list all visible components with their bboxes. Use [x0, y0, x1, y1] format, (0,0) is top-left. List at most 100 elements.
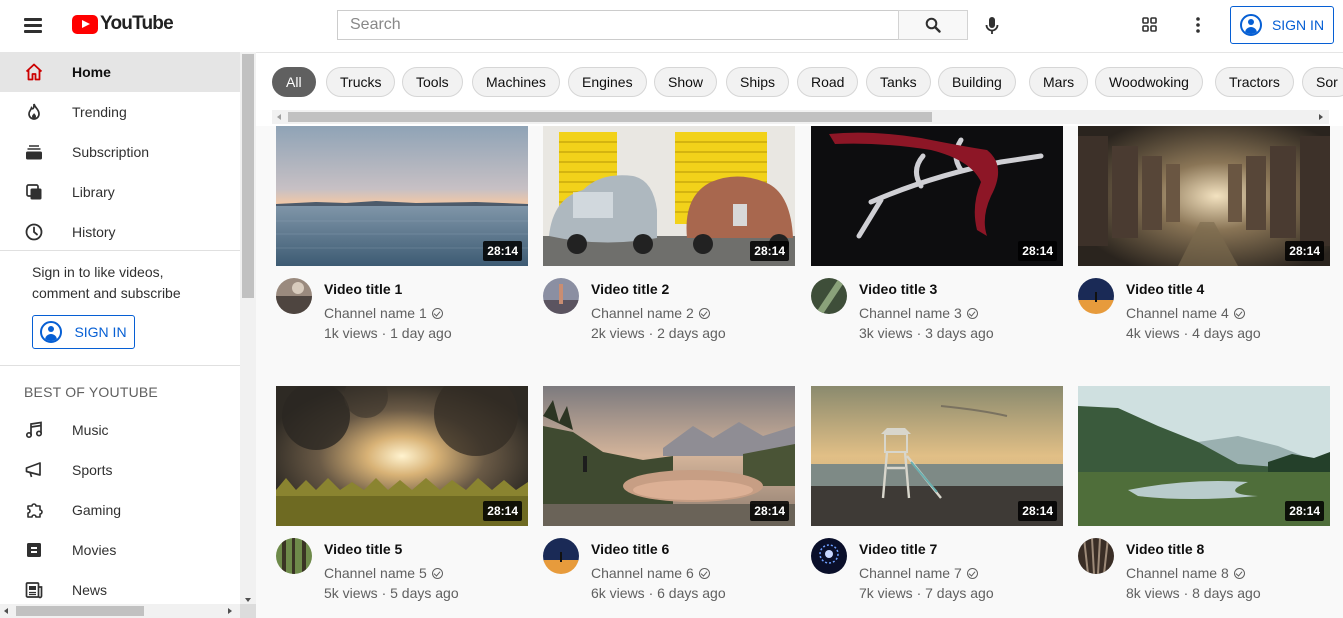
video-title[interactable]: Video title 6 — [591, 541, 669, 557]
sidebar-item-movies[interactable]: Movies — [0, 530, 240, 570]
video-title[interactable]: Video title 7 — [859, 541, 937, 557]
video-duration: 28:14 — [483, 501, 522, 521]
channel-name[interactable]: Channel name 2 — [591, 305, 710, 321]
more-vertical-icon[interactable] — [1190, 15, 1206, 35]
chip-partial[interactable]: Sor — [1302, 67, 1343, 97]
chip-engines[interactable]: Engines — [568, 67, 647, 97]
sidebar-item-music[interactable]: Music — [0, 410, 240, 450]
channel-avatar[interactable] — [1078, 538, 1114, 574]
chip-tools[interactable]: Tools — [402, 67, 463, 97]
channel-name[interactable]: Channel name 5 — [324, 565, 443, 581]
channel-avatar[interactable] — [811, 538, 847, 574]
sidebar-item-label: Movies — [72, 542, 117, 558]
video-title[interactable]: Video title 5 — [324, 541, 402, 557]
sidebar-item-subscription[interactable]: Subscription — [0, 132, 240, 172]
channel-name[interactable]: Channel name 7 — [859, 565, 978, 581]
search-button[interactable] — [898, 10, 968, 40]
video-title[interactable]: Video title 3 — [859, 281, 937, 297]
hamburger-menu-icon[interactable] — [22, 15, 44, 37]
sidebar-item-library[interactable]: Library — [0, 172, 240, 212]
channel-avatar[interactable] — [1078, 278, 1114, 314]
mic-button[interactable] — [980, 14, 1004, 38]
chip-building[interactable]: Building — [938, 67, 1016, 97]
user-avatar-icon — [40, 321, 63, 343]
scroll-left-arrow-icon[interactable] — [277, 114, 281, 120]
channel-avatar[interactable] — [276, 538, 312, 574]
sidebar-item-history[interactable]: History — [0, 212, 240, 252]
video-meta: 4k views · 4 days ago — [1126, 325, 1261, 341]
video-thumbnail[interactable]: 28:14 — [1078, 386, 1330, 526]
video-title[interactable]: Video title 4 — [1126, 281, 1204, 297]
chips-horizontal-scrollbar[interactable] — [272, 110, 1329, 124]
video-title[interactable]: Video title 1 — [324, 281, 402, 297]
video-duration: 28:14 — [750, 241, 789, 261]
channel-name[interactable]: Channel name 3 — [859, 305, 978, 321]
user-avatar-icon — [1239, 14, 1262, 36]
flame-icon — [28, 103, 40, 120]
scroll-right-arrow-icon[interactable] — [1319, 114, 1323, 120]
sidebar-item-home[interactable]: Home — [0, 52, 240, 92]
video-thumbnail[interactable]: 28:14 — [276, 386, 528, 526]
home-icon — [25, 63, 43, 81]
sidebar-horizontal-scrollbar[interactable] — [0, 604, 240, 618]
chip-tractors[interactable]: Tractors — [1215, 67, 1294, 97]
verified-check-icon — [1233, 307, 1245, 319]
channel-name[interactable]: Channel name 4 — [1126, 305, 1245, 321]
chip-machines[interactable]: Machines — [472, 67, 560, 97]
channel-name[interactable]: Channel name 1 — [324, 305, 443, 321]
chip-mars[interactable]: Mars — [1029, 67, 1089, 97]
channel-name[interactable]: Channel name 6 — [591, 565, 710, 581]
chip-trucks[interactable]: Trucks — [326, 67, 396, 97]
chip-show[interactable]: Show — [654, 67, 718, 97]
video-meta: 8k views · 8 days ago — [1126, 585, 1261, 601]
video-duration: 28:14 — [1285, 501, 1324, 521]
channel-avatar[interactable] — [811, 278, 847, 314]
sidebar-item-label: Home — [72, 64, 111, 80]
scroll-left-arrow-icon[interactable] — [4, 608, 8, 614]
verified-check-icon — [431, 307, 443, 319]
scrollbar-thumb[interactable] — [16, 606, 144, 616]
video-meta: 7k views · 7 days ago — [859, 585, 994, 601]
chip-woodwoking[interactable]: Woodwoking — [1095, 67, 1203, 97]
video-thumbnail[interactable]: 28:14 — [1078, 126, 1330, 266]
header-sign-in-button[interactable]: SIGN IN — [1230, 6, 1334, 44]
sidebar-item-sports[interactable]: Sports — [0, 450, 240, 490]
channel-avatar[interactable] — [543, 538, 579, 574]
video-thumbnail[interactable]: 28:14 — [543, 386, 795, 526]
verified-check-icon — [431, 567, 443, 579]
channel-avatar[interactable] — [276, 278, 312, 314]
video-thumbnail[interactable]: 28:14 — [276, 126, 528, 266]
sidebar-sign-in-button[interactable]: SIGN IN — [32, 315, 135, 349]
scrollbar-thumb[interactable] — [288, 112, 932, 122]
video-thumbnail[interactable]: 28:14 — [543, 126, 795, 266]
search-input[interactable]: Search — [337, 10, 899, 40]
sidebar-item-label: Music — [72, 422, 109, 438]
chip-all[interactable]: All — [272, 67, 316, 97]
logo-text: YouTube — [100, 13, 174, 34]
video-title[interactable]: Video title 2 — [591, 281, 669, 297]
channel-name[interactable]: Channel name 8 — [1126, 565, 1245, 581]
channel-avatar[interactable] — [543, 278, 579, 314]
sidebar-divider — [0, 250, 240, 251]
youtube-logo[interactable]: YouTube — [72, 13, 174, 35]
sports-icon — [25, 462, 41, 478]
sidebar-item-trending[interactable]: Trending — [0, 92, 240, 132]
video-title[interactable]: Video title 8 — [1126, 541, 1204, 557]
apps-grid-icon[interactable] — [1140, 15, 1160, 35]
sidebar-item-label: Subscription — [72, 144, 150, 160]
sidebar-item-label: History — [72, 224, 116, 240]
video-meta: 1k views · 1 day ago — [324, 325, 452, 341]
scrollbar-thumb[interactable] — [242, 54, 254, 298]
verified-check-icon — [1233, 567, 1245, 579]
chip-road[interactable]: Road — [797, 67, 859, 97]
chip-tanks[interactable]: Tanks — [866, 67, 931, 97]
scroll-down-arrow-icon[interactable] — [245, 598, 251, 602]
sidebar-vertical-scrollbar[interactable] — [240, 52, 256, 604]
header-sign-in-label: SIGN IN — [1271, 17, 1325, 33]
video-thumbnail[interactable]: 28:14 — [811, 126, 1063, 266]
sidebar-item-gaming[interactable]: Gaming — [0, 490, 240, 530]
video-thumbnail[interactable]: 28:14 — [811, 386, 1063, 526]
channel-name-text: Channel name 3 — [859, 305, 962, 321]
chip-ships[interactable]: Ships — [726, 67, 790, 97]
scroll-right-arrow-icon[interactable] — [228, 608, 232, 614]
